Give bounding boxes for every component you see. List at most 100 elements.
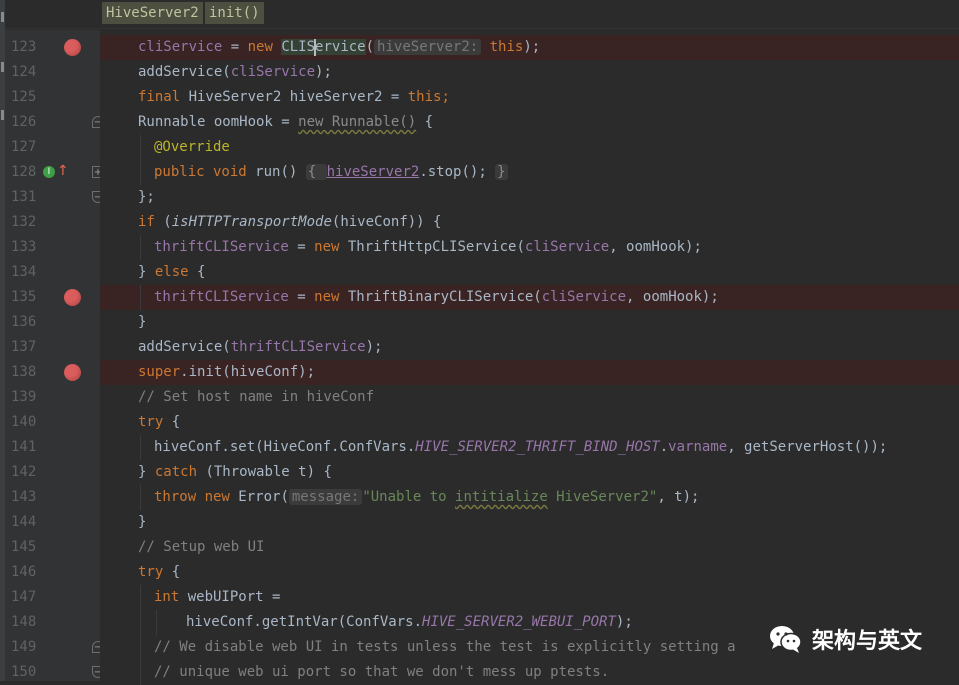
punct: }: [138, 514, 147, 530]
code-line-138[interactable]: super.init(hiveConf);: [100, 360, 959, 385]
keyword: new: [314, 239, 348, 255]
gutter-row-147[interactable]: 147: [5, 585, 100, 610]
line-number: 131: [11, 189, 37, 205]
code-line-136[interactable]: }: [100, 310, 959, 335]
gutter-row-133[interactable]: 133: [5, 235, 100, 260]
code-line-126[interactable]: Runnable oomHook = new Runnable() {: [100, 110, 959, 135]
punct: );: [365, 339, 383, 355]
breakpoint-icon[interactable]: [64, 364, 81, 381]
watermark: 架构与英文: [768, 622, 922, 656]
code-line-128[interactable]: public void run() { hiveServer2.stop(); …: [100, 160, 959, 185]
code-line-144[interactable]: }: [100, 510, 959, 535]
punct: );: [615, 614, 633, 630]
gutter-row-146[interactable]: 146: [5, 560, 100, 585]
code-line-124[interactable]: addService(cliService);: [100, 60, 959, 85]
arguments: , t);: [657, 489, 700, 505]
parameter-hint: hiveServer2:: [374, 39, 482, 55]
folded-region-end[interactable]: }: [495, 164, 508, 180]
method-name: run(): [255, 164, 306, 180]
punct: .: [659, 439, 669, 455]
keyword: final: [138, 89, 189, 105]
code-line-127[interactable]: @Override: [100, 135, 959, 160]
gutter-row-137[interactable]: 137: [5, 335, 100, 360]
breakpoint-icon[interactable]: [64, 289, 81, 306]
operator: =: [222, 39, 248, 55]
code-line-145[interactable]: // Setup web UI: [100, 535, 959, 560]
class-name-highlight: CLIService: [281, 38, 366, 56]
annotation: @Override: [154, 139, 230, 155]
declaration: webUIPort =: [187, 589, 281, 605]
code-line-139[interactable]: // Set host name in hiveConf: [100, 385, 959, 410]
code-line-125[interactable]: final HiveServer2 hiveServer2 = this;: [100, 85, 959, 110]
line-number: 134: [11, 264, 37, 280]
breadcrumb-method[interactable]: init(): [205, 2, 264, 24]
gutter-row-143[interactable]: 143: [5, 485, 100, 510]
code-line-150[interactable]: // unique web ui port so that we don't m…: [100, 660, 959, 685]
code-line-135[interactable]: thriftCLIService = new ThriftBinaryCLISe…: [100, 285, 959, 310]
method-call: hiveConf.getIntVar(ConfVars.: [186, 614, 423, 630]
gutter-row-140[interactable]: 140: [5, 410, 100, 435]
code-line-141[interactable]: hiveConf.set(HiveConf.ConfVars.HIVE_SERV…: [100, 435, 959, 460]
keyword: public void: [154, 164, 256, 180]
code-line-143[interactable]: throw new Error(message: "Unable to intit…: [100, 485, 959, 510]
gutter-row-128[interactable]: 128 I ↑ +: [5, 160, 104, 185]
gutter-row-144[interactable]: 144: [5, 510, 100, 535]
code-line-131[interactable]: };: [100, 185, 959, 210]
gutter-row-138[interactable]: 138: [5, 360, 100, 385]
gutter-row-148[interactable]: 148: [5, 610, 100, 635]
line-number: 132: [11, 214, 37, 230]
code-line-142[interactable]: } catch (Throwable t) {: [100, 460, 959, 485]
anonymous-class: new Runnable(): [298, 114, 417, 130]
overrides-arrow-icon[interactable]: ↑: [57, 161, 69, 181]
punct: {: [163, 414, 181, 430]
gutter-row-135[interactable]: 135: [5, 285, 100, 310]
gutter-row-139[interactable]: 139: [5, 385, 100, 410]
code-line-146[interactable]: try {: [100, 560, 959, 585]
punct: );: [523, 39, 541, 55]
code-line-123[interactable]: cliService = new CLIService(hiveServer2:…: [100, 35, 959, 60]
gutter-row-150[interactable]: 150−: [5, 660, 104, 685]
strip-marker: [1, 62, 4, 72]
strip-marker: [1, 110, 4, 120]
gutter-row-132[interactable]: 132: [5, 210, 100, 235]
gutter-row-123[interactable]: 123: [5, 35, 100, 60]
field-ref: thriftCLIService: [230, 339, 366, 355]
gutter-row-149[interactable]: 149−: [5, 635, 104, 660]
method-call: addService(: [138, 64, 231, 80]
code-line-137[interactable]: addService(thriftCLIService);: [100, 335, 959, 360]
code-line-133[interactable]: thriftCLIService = new ThriftHttpCLIServ…: [100, 235, 959, 260]
gutter-row-134[interactable]: 134: [5, 260, 100, 285]
gutter-row-136[interactable]: 136: [5, 310, 100, 335]
field-ref: cliService: [541, 289, 627, 305]
gutter-row-125[interactable]: 125: [5, 85, 100, 110]
line-number: 141: [11, 439, 37, 455]
breadcrumb-class[interactable]: HiveServer2: [102, 2, 203, 24]
code-line-147[interactable]: int webUIPort =: [100, 585, 959, 610]
editor-gutter[interactable]: 123 124 125 126−127 128 I ↑ +131−132 133 134 135 13…: [5, 30, 104, 681]
gutter-row-141[interactable]: 141: [5, 435, 100, 460]
punct: ;: [441, 89, 450, 105]
comment: // unique web ui port so that we don't m…: [154, 664, 610, 680]
gutter-row-142[interactable]: 142: [5, 460, 100, 485]
code-line-134[interactable]: } else {: [100, 260, 959, 285]
arguments: , oomHook);: [609, 239, 702, 255]
line-number: 143: [11, 489, 37, 505]
gutter-row-131[interactable]: 131−: [5, 185, 104, 210]
line-number: 148: [11, 614, 37, 630]
gutter-row-127[interactable]: 127: [5, 135, 100, 160]
code-editor[interactable]: cliService = new CLIService(hiveServer2:…: [100, 30, 959, 685]
line-number: 149: [11, 639, 37, 655]
line-number: 123: [11, 39, 37, 55]
breakpoint-icon[interactable]: [64, 39, 81, 56]
gutter-row-124[interactable]: 124: [5, 60, 100, 85]
operator: =: [288, 239, 315, 255]
line-number: 147: [11, 589, 37, 605]
code-line-132[interactable]: if (isHTTPTransportMode(hiveConf)) {: [100, 210, 959, 235]
field-ref: cliService: [230, 64, 316, 80]
folded-region[interactable]: {: [305, 164, 327, 180]
implements-icon[interactable]: I: [43, 166, 55, 178]
gutter-row-126[interactable]: 126−: [5, 110, 104, 135]
gutter-row-145[interactable]: 145: [5, 535, 100, 560]
code-line-140[interactable]: try {: [100, 410, 959, 435]
catch-params: (Throwable t) {: [197, 464, 332, 480]
